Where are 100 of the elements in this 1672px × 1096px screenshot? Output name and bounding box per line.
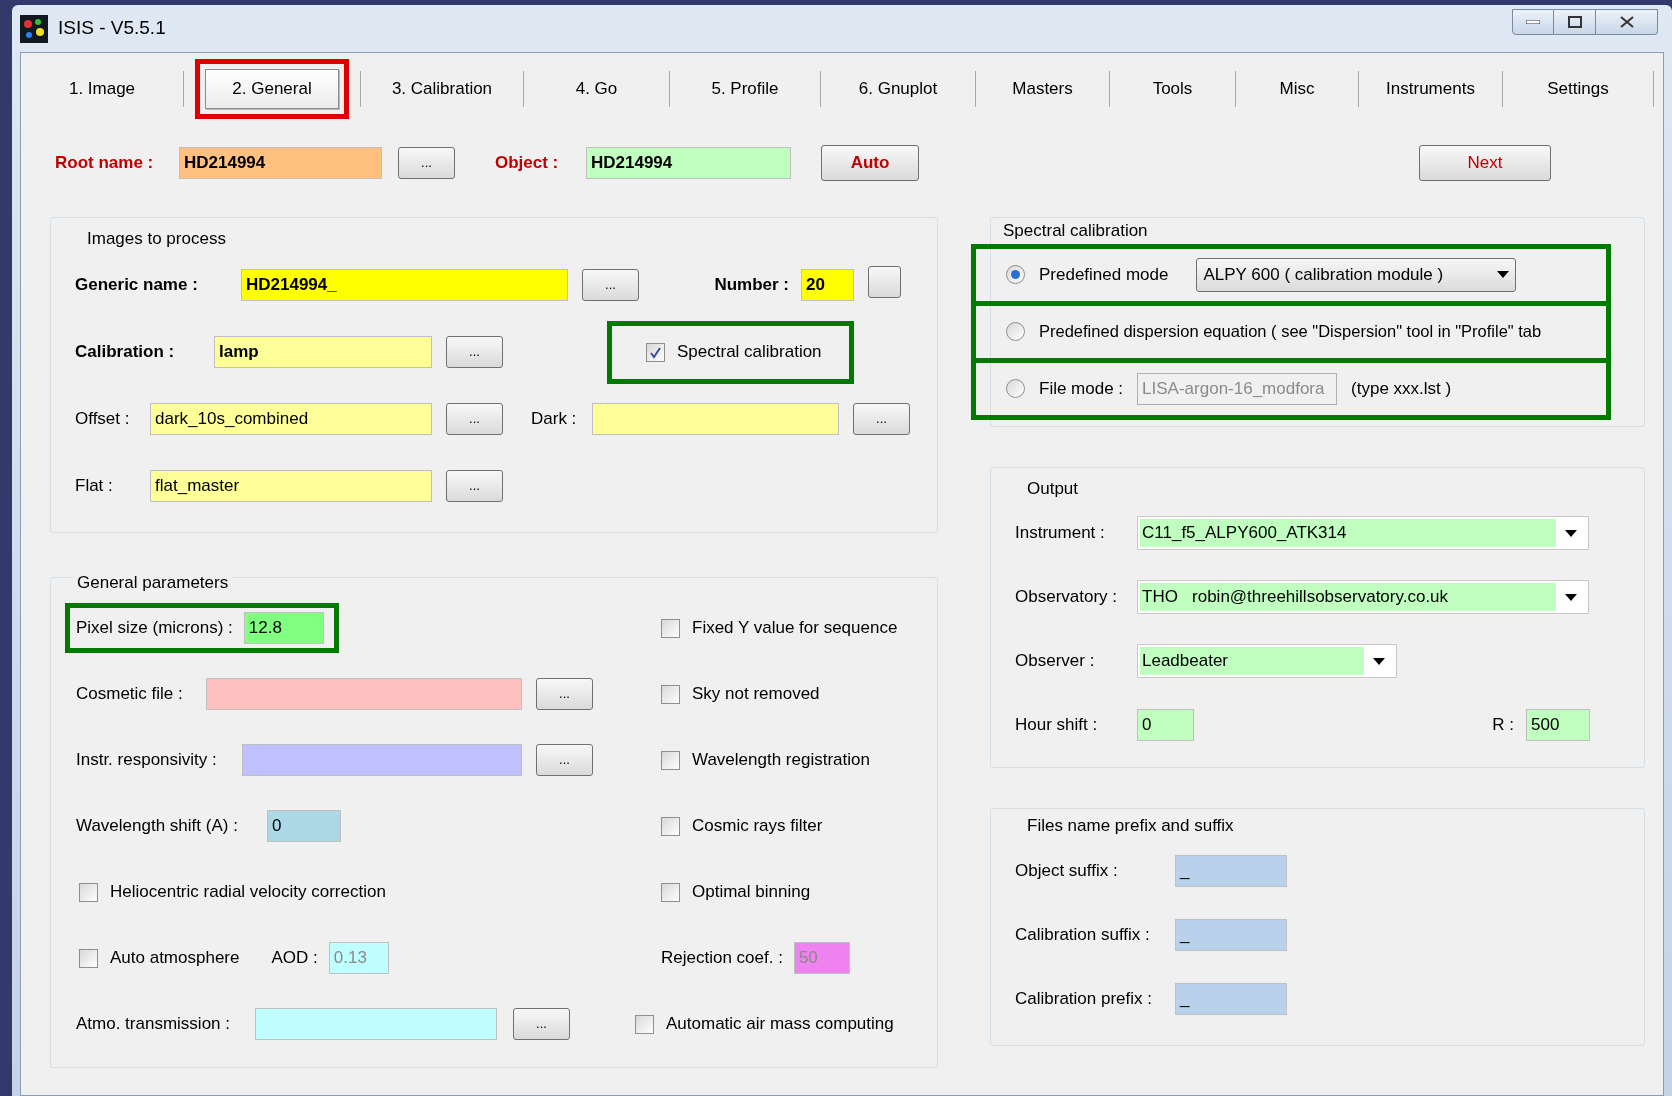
- field-label: Calibration :: [75, 341, 176, 364]
- field-label: R :: [1492, 714, 1514, 737]
- tab[interactable]: 4. Go: [565, 69, 628, 109]
- browse-button[interactable]: ...: [446, 403, 503, 435]
- dropdown-arrow-icon: [1565, 593, 1577, 601]
- radio-button[interactable]: [1006, 322, 1025, 341]
- field-label: Dark :: [531, 408, 578, 431]
- tab[interactable]: Instruments: [1376, 69, 1485, 109]
- checkbox-label: Sky not removed: [692, 683, 820, 706]
- group-title: Spectral calibration: [1003, 221, 1148, 240]
- radio-label: Predefined dispersion equation ( see "Dispersion" tool in "Profile" tab: [1039, 321, 1542, 343]
- checkbox-label: Wavelength registration: [692, 749, 870, 772]
- tab[interactable]: Masters: [1002, 69, 1083, 109]
- text-field[interactable]: dark_10s_combined: [150, 403, 432, 435]
- field-label: Atmo. transmission :: [76, 1013, 231, 1036]
- tab[interactable]: Misc: [1269, 69, 1325, 109]
- tab[interactable]: Settings: [1537, 69, 1619, 109]
- text-field[interactable]: [242, 744, 522, 776]
- app-icon: [20, 14, 48, 43]
- radio-button[interactable]: [1006, 265, 1025, 284]
- group-title: Output: [1027, 478, 1079, 498]
- field-label: Instr. responsivity :: [76, 749, 218, 772]
- tab[interactable]: 5. Profile: [701, 69, 789, 109]
- field-label: Generic name :: [75, 274, 199, 297]
- radio-label: Predefined mode: [1039, 263, 1169, 286]
- browse-button[interactable]: ...: [398, 147, 455, 179]
- group-title: General parameters: [77, 572, 229, 592]
- text-field[interactable]: [592, 403, 839, 435]
- checkbox[interactable]: [646, 342, 665, 362]
- text-field[interactable]: _: [1175, 982, 1287, 1015]
- text-field[interactable]: lamp: [214, 336, 432, 368]
- text-field[interactable]: [206, 678, 522, 710]
- dropdown-value: Leadbeater: [1140, 647, 1364, 675]
- checkbox[interactable]: [661, 882, 680, 902]
- close-icon: [1619, 15, 1634, 28]
- dropdown-arrow-icon: [1565, 529, 1577, 537]
- checkbox[interactable]: [661, 618, 680, 638]
- dropdown[interactable]: THO robin@threehillsobservatory.co.uk: [1137, 580, 1589, 614]
- text-field[interactable]: HD214994: [179, 147, 382, 179]
- checkbox[interactable]: [79, 882, 98, 902]
- browse-button[interactable]: ...: [853, 403, 910, 435]
- tab[interactable]: 3. Calibration: [381, 69, 503, 109]
- dropdown-value: ALPY 600 ( calibration module ): [1203, 263, 1445, 286]
- field-label: Pixel size (microns) :: [76, 617, 233, 640]
- tab[interactable]: 1. Image: [58, 69, 146, 109]
- next-button[interactable]: Next: [1419, 145, 1551, 181]
- text-field[interactable]: HD214994_: [241, 269, 568, 301]
- field-label: Cosmetic file :: [76, 683, 184, 706]
- dropdown[interactable]: Leadbeater: [1137, 644, 1397, 678]
- text-field[interactable]: 12.8: [243, 612, 324, 644]
- text-field[interactable]: flat_master: [150, 470, 432, 502]
- close-button[interactable]: [1596, 8, 1658, 35]
- text-field[interactable]: HD214994: [586, 147, 791, 179]
- tab[interactable]: 2. General: [205, 69, 339, 109]
- browse-button[interactable]: ...: [513, 1008, 570, 1040]
- dropdown-arrow-icon: [1373, 657, 1385, 665]
- dropdown-value: THO robin@threehillsobservatory.co.uk: [1140, 583, 1556, 611]
- field-label: Rejection coef. :: [661, 947, 783, 970]
- group-title: Images to process: [87, 229, 226, 248]
- dropdown[interactable]: ALPY 600 ( calibration module ): [1196, 257, 1517, 292]
- text-field[interactable]: 0: [267, 810, 341, 842]
- text-field[interactable]: 500: [1526, 709, 1590, 741]
- checkbox[interactable]: [79, 948, 98, 968]
- field-label: Observatory :: [1015, 586, 1119, 609]
- field-label: Wavelength shift (A) :: [76, 815, 239, 838]
- checkbox[interactable]: [661, 816, 680, 836]
- field-label: AOD :: [271, 947, 318, 970]
- field-label: Instrument :: [1015, 522, 1106, 545]
- checkbox[interactable]: [661, 684, 680, 704]
- file-type-hint: (type xxx.lst ): [1351, 377, 1452, 400]
- browse-button[interactable]: ...: [446, 336, 503, 368]
- text-field[interactable]: _: [1175, 918, 1287, 951]
- radio-label: File mode :: [1039, 377, 1124, 400]
- field-label: Object suffix :: [1015, 859, 1119, 882]
- field-label: Hour shift :: [1015, 714, 1099, 737]
- browse-button[interactable]: ...: [536, 744, 593, 776]
- field-label: Offset :: [75, 408, 131, 431]
- tab[interactable]: 6. Gnuplot: [848, 69, 948, 109]
- browse-button[interactable]: ...: [536, 678, 593, 710]
- browse-button[interactable]: ...: [446, 470, 503, 502]
- field-label: Observer :: [1015, 650, 1096, 673]
- auto-button[interactable]: Auto: [821, 145, 919, 181]
- dropdown[interactable]: C11_f5_ALPY600_ATK314: [1137, 516, 1589, 550]
- browse-button[interactable]: ...: [582, 269, 639, 301]
- window-title: ISIS - V5.5.1: [58, 16, 166, 41]
- button[interactable]: [868, 265, 901, 298]
- checkbox[interactable]: [661, 750, 680, 770]
- checkbox-label: Auto atmosphere: [110, 947, 240, 970]
- text-field[interactable]: [255, 1008, 497, 1040]
- text-field[interactable]: _: [1175, 854, 1287, 887]
- checkbox[interactable]: [635, 1014, 654, 1034]
- checkbox-label: Spectral calibration: [677, 341, 822, 364]
- text-field[interactable]: 20: [801, 269, 854, 301]
- tab[interactable]: Tools: [1142, 69, 1203, 109]
- field-label: Calibration prefix :: [1015, 987, 1153, 1010]
- text-field[interactable]: 0: [1137, 709, 1194, 741]
- field-label: Flat :: [75, 475, 114, 498]
- maximize-button[interactable]: [1554, 8, 1596, 35]
- checkbox-label: Optimal binning: [692, 881, 811, 904]
- dropdown-value: C11_f5_ALPY600_ATK314: [1140, 519, 1556, 547]
